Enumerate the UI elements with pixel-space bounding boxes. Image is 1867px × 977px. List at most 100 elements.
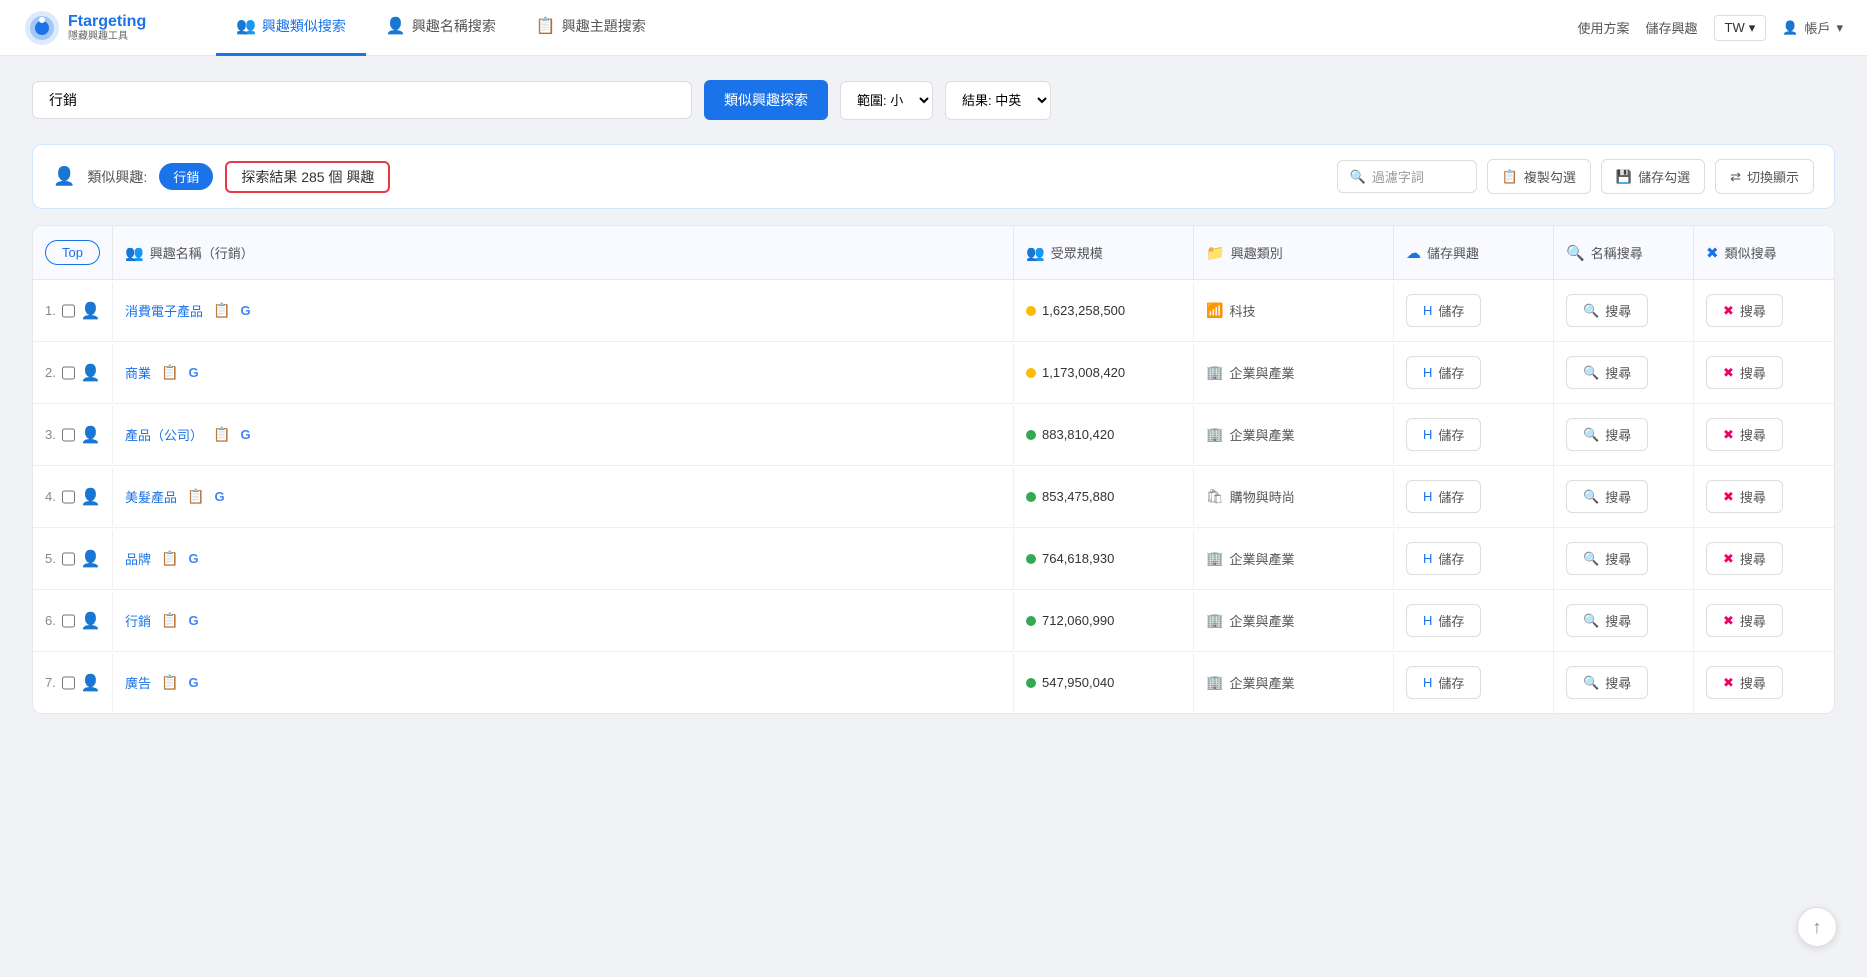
row-checkbox-3[interactable] (62, 490, 75, 504)
similar-icon-1: ✖ (1723, 365, 1734, 381)
similar-icon-2: ✖ (1723, 427, 1734, 443)
interest-name-2[interactable]: 產品（公司） (125, 425, 203, 444)
row-checkbox-2[interactable] (62, 428, 75, 442)
similar-search-label-3: 搜尋 (1740, 487, 1766, 506)
save-interest-link[interactable]: 儲存興趣 (1646, 18, 1698, 37)
google-icon-4[interactable]: G (188, 551, 198, 566)
copy-icon-4[interactable]: 📋 (157, 548, 182, 569)
row-checkbox-0[interactable] (62, 304, 75, 318)
audience-dot-4 (1026, 554, 1036, 564)
td-save-6: H 儲存 (1394, 652, 1554, 713)
name-search-button-3[interactable]: 🔍 搜尋 (1566, 480, 1648, 513)
google-icon-0[interactable]: G (240, 303, 250, 318)
row-checkbox-1[interactable] (62, 366, 75, 380)
filter-search-wrap[interactable]: 🔍 過濾字詞 (1337, 160, 1477, 193)
search-input[interactable] (32, 81, 692, 119)
google-icon-3[interactable]: G (214, 489, 224, 504)
save-button-5[interactable]: H 儲存 (1406, 604, 1481, 637)
td-rank-6: 7. 👤 (33, 654, 113, 712)
audience-num-1: 1,173,008,420 (1042, 365, 1125, 380)
name-search-button-6[interactable]: 🔍 搜尋 (1566, 666, 1648, 699)
switch-display-button[interactable]: ⇄ 切換顯示 (1715, 159, 1814, 194)
save-label-5: 儲存 (1438, 611, 1464, 630)
row-checkbox-5[interactable] (62, 614, 75, 628)
similar-search-button-4[interactable]: ✖ 搜尋 (1706, 542, 1783, 575)
td-similar-search-3: ✖ 搜尋 (1694, 466, 1834, 527)
similar-search-button-1[interactable]: ✖ 搜尋 (1706, 356, 1783, 389)
td-category-5: 🏢 企業與產業 (1194, 592, 1394, 650)
copy-checked-button[interactable]: 📋 複製勾選 (1487, 159, 1591, 194)
google-icon-1[interactable]: G (188, 365, 198, 380)
google-icon-2[interactable]: G (240, 427, 250, 442)
top-badge[interactable]: Top (45, 240, 100, 265)
google-icon-5[interactable]: G (188, 613, 198, 628)
th-top[interactable]: Top (33, 226, 113, 279)
region-selector[interactable]: TW ▾ (1714, 15, 1767, 41)
tab-similar-search[interactable]: 👥 興趣類似搜索 (216, 0, 366, 56)
name-search-button-2[interactable]: 🔍 搜尋 (1566, 418, 1648, 451)
category-text-1: 企業與產業 (1229, 363, 1294, 382)
td-name-search-2: 🔍 搜尋 (1554, 404, 1694, 465)
save-button-0[interactable]: H 儲存 (1406, 294, 1481, 327)
save-button-2[interactable]: H 儲存 (1406, 418, 1481, 451)
save-button-1[interactable]: H 儲存 (1406, 356, 1481, 389)
similar-search-button[interactable]: 類似興趣探索 (704, 80, 828, 120)
save-button-4[interactable]: H 儲存 (1406, 542, 1481, 575)
similar-search-button-5[interactable]: ✖ 搜尋 (1706, 604, 1783, 637)
copy-icon-6[interactable]: 📋 (157, 672, 182, 693)
tab-name-search[interactable]: 👤 興趣名稱搜索 (366, 0, 516, 56)
interest-name-1[interactable]: 商業 (125, 363, 151, 382)
similar-search-button-6[interactable]: ✖ 搜尋 (1706, 666, 1783, 699)
td-name-search-4: 🔍 搜尋 (1554, 528, 1694, 589)
th-category-label: 興趣類別 (1231, 243, 1283, 262)
interest-name-5[interactable]: 行銷 (125, 611, 151, 630)
save-button-6[interactable]: H 儲存 (1406, 666, 1481, 699)
row-checkbox-6[interactable] (62, 676, 75, 690)
copy-icon-1[interactable]: 📋 (157, 362, 182, 383)
audience-num-5: 712,060,990 (1042, 613, 1114, 628)
td-similar-search-5: ✖ 搜尋 (1694, 590, 1834, 651)
google-icon-6[interactable]: G (188, 675, 198, 690)
copy-icon-5[interactable]: 📋 (157, 610, 182, 631)
result-select[interactable]: 結果: 中英 (945, 81, 1051, 120)
person-icon: 👤 (81, 487, 101, 507)
table-row: 6. 👤 行銷 📋 G 712,060,990 🏢 企業與產業 H 儲存 🔍 (33, 590, 1834, 652)
td-rank-3: 4. 👤 (33, 468, 113, 526)
row-number: 1. (45, 303, 56, 318)
save-checked-button[interactable]: 💾 儲存勾選 (1601, 159, 1705, 194)
name-search-label-3: 搜尋 (1605, 487, 1631, 506)
category-text-2: 企業與產業 (1229, 425, 1294, 444)
td-category-0: 📶 科技 (1194, 282, 1394, 340)
logo-icon (24, 10, 60, 46)
account-button[interactable]: 👤 帳戶 ▾ (1782, 18, 1843, 37)
interest-name-6[interactable]: 廣告 (125, 673, 151, 692)
interest-name-3[interactable]: 美髮產品 (125, 487, 177, 506)
similar-search-button-0[interactable]: ✖ 搜尋 (1706, 294, 1783, 327)
audience-num-4: 764,618,930 (1042, 551, 1114, 566)
copy-icon-3[interactable]: 📋 (183, 486, 208, 507)
name-search-button-5[interactable]: 🔍 搜尋 (1566, 604, 1648, 637)
name-search-button-4[interactable]: 🔍 搜尋 (1566, 542, 1648, 575)
copy-icon-0[interactable]: 📋 (209, 300, 234, 321)
save-button-3[interactable]: H 儲存 (1406, 480, 1481, 513)
header-right: 使用方案 儲存興趣 TW ▾ 👤 帳戶 ▾ (1577, 15, 1843, 41)
copy-icon-2[interactable]: 📋 (209, 424, 234, 445)
interest-name-4[interactable]: 品牌 (125, 549, 151, 568)
interest-name-0[interactable]: 消費電子產品 (125, 301, 203, 320)
tab-topic-search[interactable]: 📋 興趣主題搜索 (516, 0, 666, 56)
similar-search-button-2[interactable]: ✖ 搜尋 (1706, 418, 1783, 451)
similar-search-label-5: 搜尋 (1740, 611, 1766, 630)
name-search-button-0[interactable]: 🔍 搜尋 (1566, 294, 1648, 327)
name-search-button-1[interactable]: 🔍 搜尋 (1566, 356, 1648, 389)
person-icon: 👤 (81, 611, 101, 631)
similar-search-button-3[interactable]: ✖ 搜尋 (1706, 480, 1783, 513)
logo-area: Ftargeting 隱藏興趣工具 (24, 10, 184, 46)
td-rank-4: 5. 👤 (33, 530, 113, 588)
save-btn-label: 儲存勾選 (1638, 167, 1690, 186)
row-checkbox-4[interactable] (62, 552, 75, 566)
scope-select[interactable]: 範圍: 小 (840, 81, 933, 120)
scroll-top-button[interactable]: ↑ (1797, 907, 1837, 947)
td-audience-4: 764,618,930 (1014, 530, 1194, 588)
filter-tag[interactable]: 行銷 (159, 163, 213, 190)
plan-link[interactable]: 使用方案 (1577, 18, 1629, 37)
